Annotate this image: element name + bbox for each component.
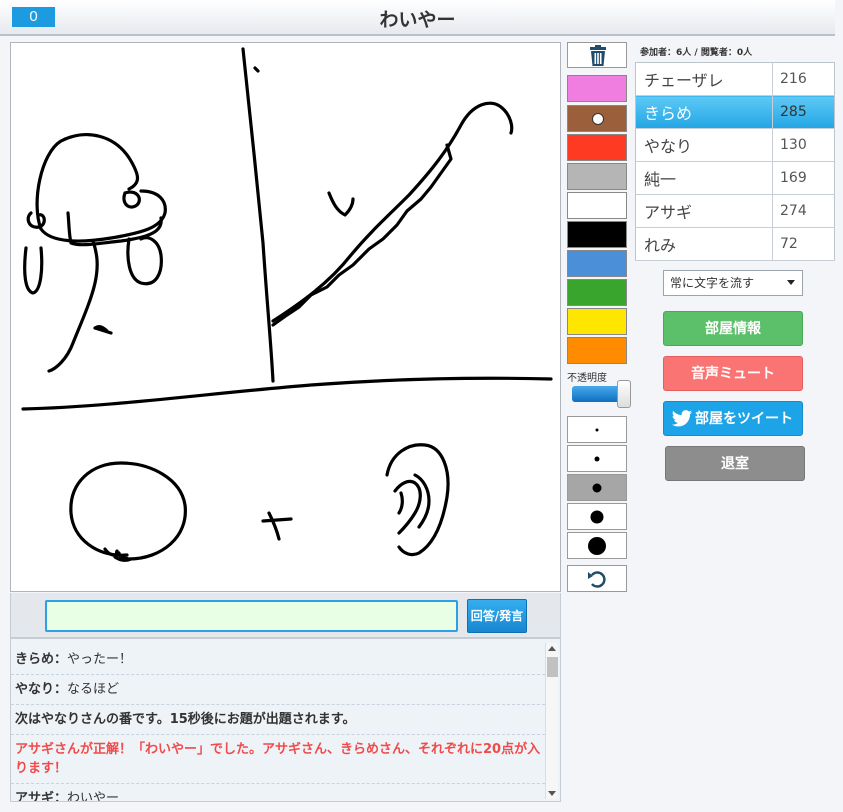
opacity-slider-track[interactable] <box>572 386 622 402</box>
player-name: アサギ <box>635 194 773 228</box>
tweet-room-button[interactable]: 部屋をツイート <box>663 401 803 436</box>
player-score: 169 <box>772 161 835 195</box>
color-swatch-yellow[interactable] <box>567 308 627 335</box>
player-name: きらめ <box>635 95 773 129</box>
clear-canvas-button[interactable] <box>567 42 627 68</box>
chat-sender: アサギ： <box>15 791 68 802</box>
participants-count: 参加者：6人 / 閲覧者：0人 <box>640 48 753 58</box>
brush-size-m-button[interactable] <box>567 474 627 501</box>
undo-button[interactable] <box>567 565 627 592</box>
drawing-canvas[interactable] <box>10 42 561 592</box>
player-score-table: チェーザレ 216 きらめ 285 やなり 130 純一 169 アサギ 274… <box>635 62 835 261</box>
chat-correct-message: アサギさんが正解！「わいやー」でした。アサギさん、きらめさん、それぞれに20点が… <box>11 735 545 784</box>
chat-message: やなり：なるほど <box>11 675 545 705</box>
scroll-thumb[interactable] <box>547 657 558 677</box>
text-mode-select[interactable]: 常に文字を流す <box>663 270 803 296</box>
color-swatch-black[interactable] <box>567 221 627 248</box>
text-mode-selected-value: 常に文字を流す <box>670 276 755 290</box>
tweet-room-label: 部屋をツイート <box>695 411 793 427</box>
header-bar: 0 わいやー <box>0 0 835 36</box>
player-score: 130 <box>772 128 835 162</box>
chat-text: わいやー <box>67 791 120 802</box>
player-row-active: きらめ 285 <box>635 95 835 129</box>
answer-submit-button[interactable]: 回答/発言 <box>467 599 527 633</box>
color-swatch-red[interactable] <box>567 134 627 161</box>
opacity-label: 不透明度 <box>567 373 607 384</box>
player-score: 274 <box>772 194 835 228</box>
chat-text: なるほど <box>67 682 120 697</box>
player-score: 285 <box>772 95 835 129</box>
player-row: アサギ 274 <box>635 194 835 228</box>
brush-size-xl-button[interactable] <box>567 532 627 559</box>
opacity-slider-thumb[interactable] <box>617 380 631 408</box>
chat-text: やったー！ <box>67 652 133 667</box>
answer-bar: 回答/発言 <box>10 593 561 638</box>
color-swatch-white[interactable] <box>567 192 627 219</box>
drawing-strokes <box>21 47 553 562</box>
player-name: れみ <box>635 227 773 261</box>
twitter-bird-icon <box>671 410 693 427</box>
chevron-down-icon <box>787 280 795 285</box>
chat-text: 次はやなりさんの番です。15秒後にお題が出題されます。 <box>15 712 356 727</box>
chat-scrollbar[interactable] <box>545 643 558 799</box>
player-name: チェーザレ <box>635 62 773 96</box>
chat-text: アサギさんが正解！「わいやー」でした。アサギさん、きらめさん、それぞれに20点が… <box>15 742 541 776</box>
chat-message: アサギ：わいやー <box>11 784 545 802</box>
player-row: 純一 169 <box>635 161 835 195</box>
brush-dot-icon <box>588 536 606 555</box>
trash-icon <box>590 45 606 66</box>
chat-log: きらめ：やったー！ やなり：なるほど 次はやなりさんの番です。15秒後にお題が出… <box>10 638 561 802</box>
player-row: チェーザレ 216 <box>635 62 835 96</box>
brush-dot-icon <box>595 428 599 431</box>
exit-room-button[interactable]: 退室 <box>665 446 805 481</box>
color-swatch-orange[interactable] <box>567 337 627 364</box>
player-score: 216 <box>772 62 835 96</box>
player-name: 純一 <box>635 161 773 195</box>
answer-input[interactable] <box>45 600 458 632</box>
color-swatch-green[interactable] <box>567 279 627 306</box>
mute-sound-button[interactable]: 音声ミュート <box>663 356 803 391</box>
undo-icon <box>588 571 606 588</box>
color-swatch-pink[interactable] <box>567 75 627 102</box>
scroll-down-arrow-icon[interactable] <box>548 791 556 796</box>
brush-dot-icon <box>594 456 600 461</box>
brush-size-xs-button[interactable] <box>567 416 627 443</box>
scroll-up-arrow-icon[interactable] <box>548 646 556 651</box>
chat-system-message: 次はやなりさんの番です。15秒後にお題が出題されます。 <box>11 705 545 735</box>
color-swatch-blue[interactable] <box>567 250 627 277</box>
player-row: れみ 72 <box>635 227 835 261</box>
page-title: わいやー <box>379 9 456 31</box>
brush-dot-icon <box>592 483 602 492</box>
brush-dot-icon <box>590 510 604 523</box>
chat-sender: やなり： <box>15 682 68 697</box>
chat-message: きらめ：やったー！ <box>11 645 545 675</box>
chat-sender: きらめ： <box>15 652 68 667</box>
color-swatch-gray[interactable] <box>567 163 627 190</box>
brush-size-s-button[interactable] <box>567 445 627 472</box>
player-row: やなり 130 <box>635 128 835 162</box>
room-info-button[interactable]: 部屋情報 <box>663 311 803 346</box>
brush-size-l-button[interactable] <box>567 503 627 530</box>
color-swatch-brown[interactable] <box>567 105 627 132</box>
player-name: やなり <box>635 128 773 162</box>
player-score: 72 <box>772 227 835 261</box>
